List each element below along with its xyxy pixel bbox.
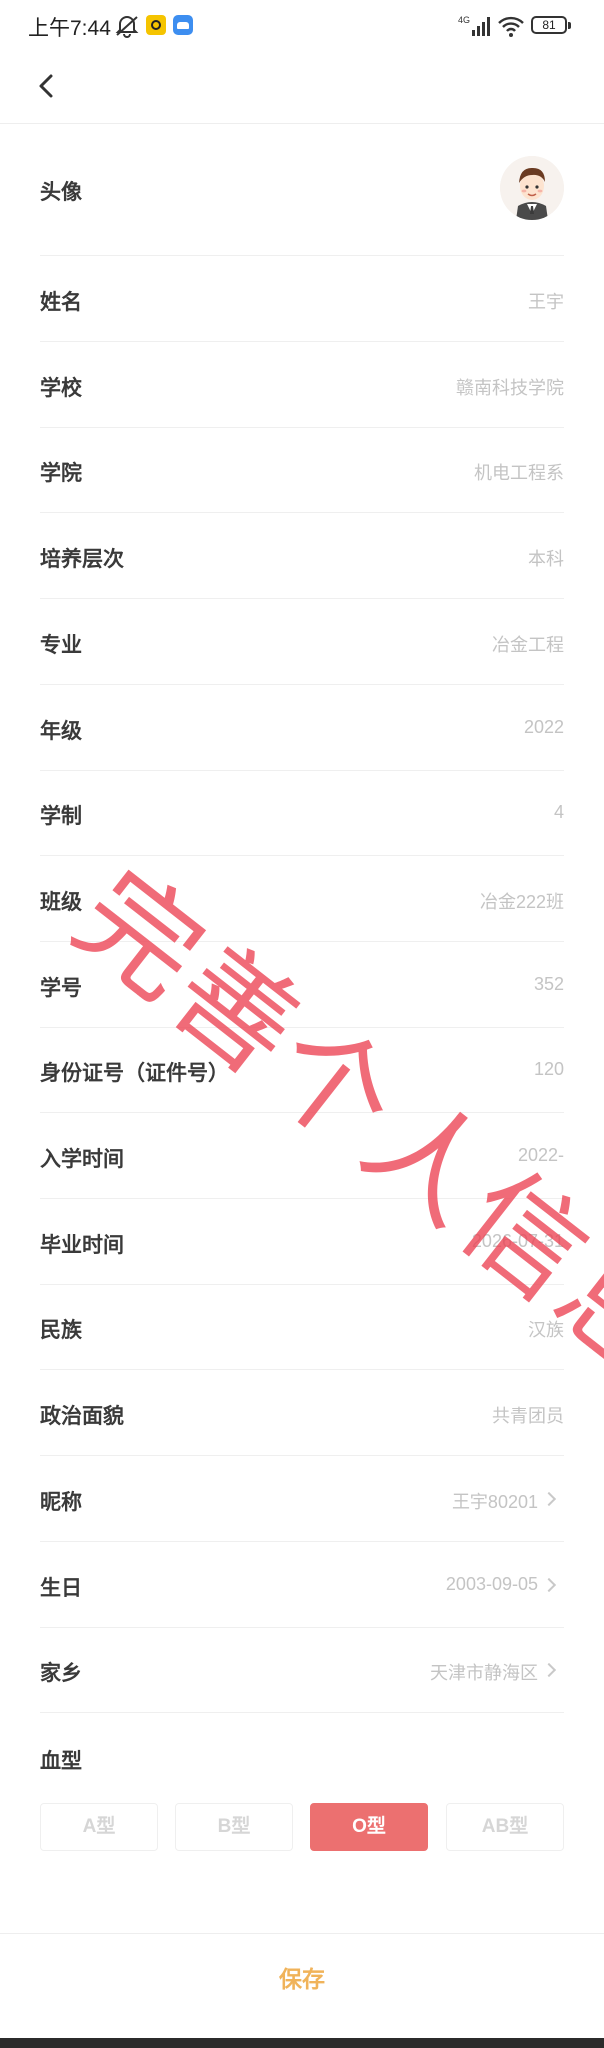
field-label: 学号	[40, 977, 82, 1000]
profile-field-row: 年级 2022	[40, 685, 564, 771]
field-value: 4	[553, 802, 564, 822]
field-value: 2022-	[517, 1145, 564, 1165]
profile-field-row: 学号 352	[40, 942, 564, 1028]
blood-type-label: 血型	[40, 1750, 82, 1773]
profile-field-row: 姓名 王宇	[40, 256, 564, 342]
profile-field-row: 入学时间 2022-	[40, 1113, 564, 1199]
profile-field-row[interactable]: 生日 2003-09-05	[40, 1542, 564, 1628]
profile-field-row: 身份证号（证件号） 120	[40, 1027, 564, 1113]
field-value: 2003-09-05	[445, 1574, 538, 1594]
field-label: 培养层次	[40, 548, 124, 571]
field-value: 赣南科技学院	[456, 378, 564, 398]
avatar-label: 头像	[40, 181, 82, 204]
field-label: 入学时间	[40, 1148, 124, 1171]
field-value: 汉族	[528, 1320, 564, 1340]
field-value: 机电工程系	[474, 463, 564, 483]
avatar-row[interactable]: 头像	[40, 124, 564, 256]
field-label: 昵称	[40, 1491, 82, 1514]
profile-field-row: 培养层次 本科	[40, 513, 564, 599]
chevron-right-icon	[541, 1662, 557, 1678]
blood-type-option-o[interactable]: O型	[310, 1803, 428, 1851]
field-label: 学制	[40, 805, 82, 828]
app-notification-icon	[146, 15, 166, 35]
field-value: 本科	[528, 549, 564, 569]
profile-field-row: 民族 汉族	[40, 1284, 564, 1370]
field-label: 家乡	[40, 1662, 82, 1685]
field-value: 352	[533, 974, 564, 994]
nav-header	[0, 52, 604, 124]
field-label: 班级	[40, 891, 82, 914]
blood-type-option-a[interactable]: A型	[40, 1803, 158, 1851]
field-value: 天津市静海区	[430, 1663, 538, 1683]
chevron-right-icon	[541, 1577, 557, 1593]
field-value: 王宇80201	[451, 1492, 538, 1512]
field-value: 共青团员	[492, 1406, 564, 1426]
profile-field-row: 班级 冶金222班	[40, 856, 564, 942]
network-type: 4G	[458, 15, 470, 25]
blood-type-option-b[interactable]: B型	[175, 1803, 293, 1851]
app-notification-icon	[173, 15, 193, 35]
home-indicator	[0, 2038, 604, 2048]
field-value: 120	[533, 1059, 564, 1079]
profile-field-row: 学校 赣南科技学院	[40, 342, 564, 428]
avatar-image	[500, 156, 564, 220]
field-label: 学校	[40, 377, 82, 400]
avatar[interactable]	[500, 156, 564, 220]
field-label: 年级	[40, 720, 82, 743]
footer-divider	[0, 1933, 604, 1934]
blood-type-option-ab[interactable]: AB型	[446, 1803, 564, 1851]
field-label: 姓名	[40, 291, 82, 314]
battery-indicator: 81	[531, 16, 571, 34]
profile-field-row: 毕业时间 2026-07-31	[40, 1199, 564, 1285]
profile-field-row[interactable]: 家乡 天津市静海区	[40, 1627, 564, 1713]
status-time: 上午7:44	[28, 17, 111, 40]
field-value: 冶金工程	[492, 635, 564, 655]
field-value: 王宇	[528, 292, 564, 312]
field-value: 冶金222班	[479, 892, 564, 912]
cellular-signal-icon: 4G	[458, 15, 490, 36]
chevron-right-icon	[541, 1491, 557, 1507]
profile-field-row: 专业 冶金工程	[40, 599, 564, 685]
mute-icon	[115, 16, 139, 38]
field-value: 2026-07-31	[471, 1231, 564, 1251]
profile-field-row[interactable]: 昵称 王宇80201	[40, 1456, 564, 1542]
field-label: 身份证号（证件号）	[40, 1062, 229, 1085]
field-label: 学院	[40, 462, 82, 485]
field-label: 毕业时间	[40, 1234, 124, 1257]
profile-field-row: 学制 4	[40, 770, 564, 856]
profile-field-row: 学院 机电工程系	[40, 427, 564, 513]
field-label: 政治面貌	[40, 1405, 124, 1428]
profile-field-row: 政治面貌 共青团员	[40, 1370, 564, 1456]
status-bar: 上午7:44 4G 81	[0, 0, 604, 52]
back-button[interactable]	[30, 69, 64, 103]
field-label: 专业	[40, 634, 82, 657]
field-label: 生日	[40, 1577, 82, 1600]
field-value: 2022	[523, 717, 564, 737]
wifi-icon	[498, 16, 524, 37]
save-button[interactable]: 保存	[232, 1958, 372, 2000]
field-label: 民族	[40, 1319, 82, 1342]
